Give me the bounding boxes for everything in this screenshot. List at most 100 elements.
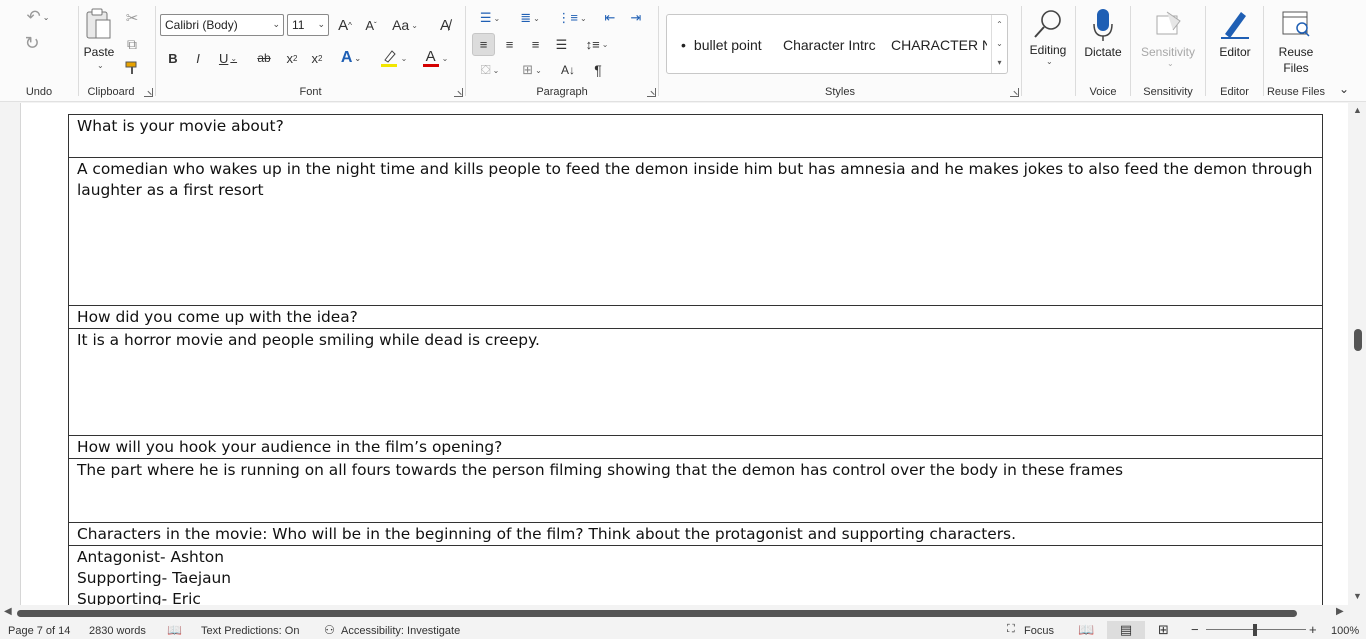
scroll-left-icon[interactable]: ◀ — [4, 606, 12, 617]
italic-button[interactable]: I — [187, 47, 209, 69]
multilevel-list-button[interactable]: ⋮≡ ⌄ — [554, 7, 590, 29]
gallery-up-icon[interactable]: ⌃ — [992, 15, 1007, 34]
font-group: Calibri (Body) ⌄ 11 ⌄ A ^ Aˇ Aa ⌄ A̸ B I U… — [156, 0, 465, 102]
paragraph-launcher-icon[interactable] — [647, 88, 656, 97]
voice-group: Dictate Voice — [1076, 0, 1130, 102]
chevron-down-icon: ⌄ — [493, 13, 501, 23]
highlight-button[interactable]: ⌄ — [376, 47, 410, 69]
paragraph-group-label: Paragraph — [536, 86, 588, 98]
character-line: Antagonist- Ashton — [77, 548, 224, 566]
shading-button[interactable]: ⛋ ⌄ — [472, 59, 508, 81]
font-name-value: Calibri (Body) — [165, 18, 238, 32]
scroll-down-icon[interactable]: ▼ — [1353, 591, 1362, 601]
justify-icon: ☰ — [555, 36, 568, 52]
table-row: The part where he is running on all four… — [68, 458, 1323, 523]
borders-button[interactable]: ⊞ ⌄ — [514, 59, 550, 81]
grow-font-button[interactable]: A ^ — [334, 14, 356, 36]
decrease-indent-button[interactable]: ⇤ — [598, 7, 622, 29]
dictate-button[interactable]: Dictate — [1078, 6, 1128, 68]
undo-group-label: Undo — [25, 86, 53, 98]
scroll-right-icon[interactable]: ▶ — [1336, 606, 1344, 617]
scroll-up-icon[interactable]: ▲ — [1353, 105, 1362, 115]
text-effects-button[interactable]: A ⌄ — [336, 47, 366, 69]
table-cell[interactable]: Antagonist- Ashton Supporting- Taejaun S… — [68, 545, 1323, 605]
reuse-files-button[interactable]: Reuse Files — [1268, 6, 1324, 78]
table-cell[interactable]: Characters in the movie: Who will be in … — [68, 522, 1323, 546]
table-cell[interactable]: It is a horror movie and people smiling … — [68, 328, 1323, 436]
format-painter-button[interactable] — [121, 58, 143, 78]
align-center-button[interactable]: ≡ — [498, 33, 521, 56]
subscript-button[interactable]: x2 — [281, 47, 303, 69]
paste-label: Paste — [83, 45, 115, 59]
bullets-button[interactable]: ☰ ⌄ — [472, 7, 508, 29]
table-cell[interactable]: The part where he is running on all four… — [68, 458, 1323, 523]
sort-icon: A↓ — [560, 63, 575, 77]
line-spacing-button[interactable]: ↕≡ ⌄ — [580, 33, 614, 56]
word-count[interactable]: 2830 words — [89, 625, 146, 637]
clipboard-launcher-icon[interactable] — [144, 88, 153, 97]
gallery-more-icon[interactable]: ▾ — [992, 53, 1007, 72]
paste-button[interactable]: Paste ⌄ — [81, 6, 117, 76]
strikethrough-button[interactable]: ab — [253, 47, 275, 69]
clear-formatting-button[interactable]: A̸ — [434, 14, 456, 36]
style-character-intro[interactable]: Character Intrc — [783, 37, 879, 53]
shrink-font-button[interactable]: Aˇ — [360, 14, 382, 36]
redo-button[interactable]: ↻ — [20, 32, 44, 54]
increase-indent-button[interactable]: ⇥ — [624, 7, 648, 29]
chevron-down-icon: ⌄ — [42, 12, 50, 22]
horizontal-scroll-thumb[interactable] — [17, 610, 1297, 617]
style-bullet-point[interactable]: • bullet point — [681, 37, 773, 53]
page-count[interactable]: Page 7 of 14 — [8, 625, 70, 637]
align-left-button[interactable]: ≡ — [472, 33, 495, 56]
reuse-files-label-1: Reuse — [1278, 45, 1314, 59]
zoom-out-icon[interactable]: − — [1191, 622, 1199, 637]
styles-launcher-icon[interactable] — [1010, 88, 1019, 97]
print-layout-icon[interactable]: ▤ — [1107, 621, 1145, 639]
character-line: Supporting- Taejaun — [77, 569, 232, 587]
collapse-ribbon-button[interactable]: ⌄ — [1334, 80, 1354, 98]
sort-button[interactable]: A↓ — [556, 59, 580, 81]
superscript-button[interactable]: x2 — [306, 47, 328, 69]
horizontal-scrollbar[interactable]: ◀ ▶ — [0, 605, 1350, 621]
zoom-level[interactable]: 100% — [1331, 625, 1359, 637]
sensitivity-button[interactable]: Sensitivity ⌄ — [1135, 6, 1201, 72]
editor-button[interactable]: Editor — [1209, 6, 1261, 68]
read-mode-icon[interactable]: 📖 — [1078, 622, 1094, 638]
show-formatting-button[interactable]: ¶ — [586, 59, 610, 81]
zoom-slider-thumb[interactable] — [1253, 624, 1257, 636]
cut-button[interactable]: ✂ — [121, 8, 143, 28]
table-cell[interactable]: How did you come up with the idea? — [68, 305, 1323, 329]
justify-button[interactable]: ☰ — [550, 33, 573, 56]
table-row: It is a horror movie and people smiling … — [68, 328, 1323, 436]
proofing-icon[interactable]: 📖 — [167, 623, 182, 637]
strikethrough-icon: ab — [257, 51, 271, 65]
vertical-scrollbar[interactable]: ▲ ▼ — [1350, 103, 1366, 605]
vertical-scroll-thumb[interactable] — [1354, 329, 1362, 351]
reuse-files-group: Reuse Files Reuse Files — [1264, 0, 1328, 102]
style-character-name[interactable]: CHARACTER N — [891, 37, 987, 53]
font-launcher-icon[interactable] — [454, 88, 463, 97]
align-right-button[interactable]: ≡ — [524, 33, 547, 56]
table-cell[interactable]: A comedian who wakes up in the night tim… — [68, 157, 1323, 306]
increase-indent-icon: ⇥ — [630, 10, 642, 25]
font-size-combo[interactable]: 11 ⌄ — [287, 14, 329, 36]
editing-button[interactable]: Editing ⌄ — [1024, 6, 1072, 72]
zoom-in-icon[interactable]: + — [1309, 622, 1317, 637]
font-color-button[interactable]: A ⌄ — [418, 47, 452, 69]
text-predictions-status[interactable]: Text Predictions: On — [201, 625, 299, 637]
numbering-button[interactable]: ≣ ⌄ — [512, 7, 548, 29]
change-case-button[interactable]: Aa ⌄ — [388, 14, 422, 36]
table-cell[interactable]: How will you hook your audience in the f… — [68, 435, 1323, 459]
undo-button[interactable]: ↶ ⌄ — [20, 6, 56, 28]
bold-button[interactable]: B — [162, 47, 184, 69]
web-layout-icon[interactable]: ⊞ — [1158, 622, 1169, 638]
font-name-combo[interactable]: Calibri (Body) ⌄ — [160, 14, 284, 36]
gallery-down-icon[interactable]: ⌄ — [992, 34, 1007, 53]
document-page[interactable]: What is your movie about? A comedian who… — [20, 103, 1348, 605]
editor-label: Editor — [1219, 45, 1251, 59]
underline-button[interactable]: U ⌄ — [212, 47, 244, 69]
focus-button[interactable]: Focus — [1024, 625, 1054, 637]
table-cell[interactable]: What is your movie about? — [68, 114, 1323, 158]
copy-button[interactable]: ⧉ — [121, 34, 143, 54]
accessibility-status[interactable]: Accessibility: Investigate — [341, 625, 460, 637]
